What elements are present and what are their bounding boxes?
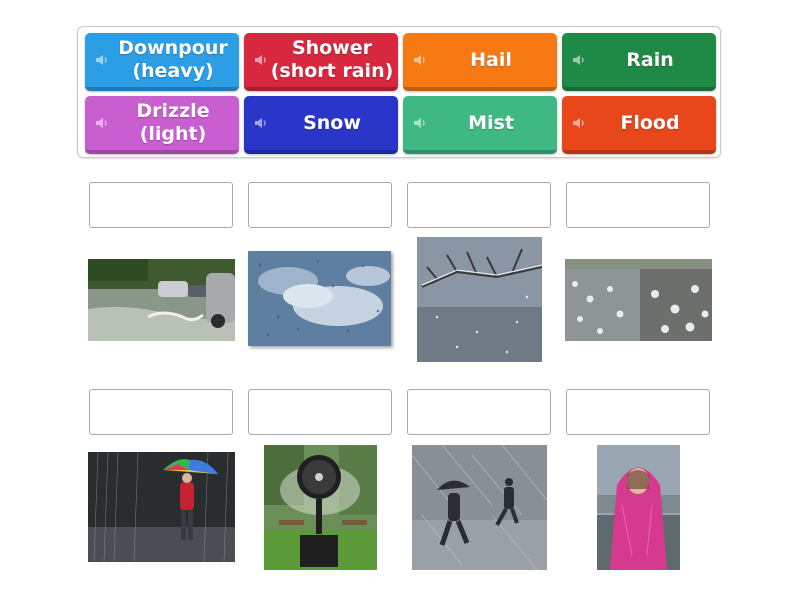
tile-label: Flood [620,111,680,134]
answer-tile-tray: Downpour (heavy) Shower (short rain) Hai… [77,26,721,158]
tile-flood[interactable]: Flood [562,96,716,154]
misting-fan-photo [264,445,377,570]
tile-mist[interactable]: Mist [403,96,557,154]
tile-hail[interactable]: Hail [403,33,557,91]
drop-zone-6[interactable] [248,389,392,435]
tile-drizzle[interactable]: Drizzle (light) [85,96,239,154]
tile-downpour[interactable]: Downpour (heavy) [85,33,239,91]
tile-label: Shower (short rain) [270,37,394,82]
speaker-icon[interactable] [94,52,110,68]
tile-label: Hail [470,48,512,71]
tile-shower[interactable]: Shower (short rain) [244,33,398,91]
speaker-icon[interactable] [412,115,428,131]
girl-in-pink-raincoat-photo [597,445,680,570]
tile-label: Rain [626,48,674,71]
drop-zone-1[interactable] [89,182,233,228]
speaker-icon[interactable] [412,52,428,68]
tile-label: Mist [468,111,514,134]
drop-zone-7[interactable] [407,389,551,435]
tile-label: Snow [303,111,361,134]
drop-zone-2[interactable] [248,182,392,228]
tile-snow[interactable]: Snow [244,96,398,154]
hailstones-photo [565,259,712,341]
speaker-icon[interactable] [253,52,269,68]
woman-with-umbrella-in-downpour-photo [88,452,235,562]
speaker-icon[interactable] [253,115,269,131]
speaker-icon[interactable] [571,52,587,68]
raindrops-on-window-photo [248,251,391,346]
snowy-branch-photo [417,237,542,362]
people-walking-in-rain-photo [412,445,547,570]
speaker-icon[interactable] [94,115,110,131]
tile-label: Drizzle (light) [136,100,210,145]
drop-zone-3[interactable] [407,182,551,228]
flooded-street-photo [88,259,235,341]
tile-label: Downpour (heavy) [118,37,228,82]
drop-zone-5[interactable] [89,389,233,435]
drop-zone-8[interactable] [566,389,710,435]
drop-zone-4[interactable] [566,182,710,228]
speaker-icon[interactable] [571,115,587,131]
tile-rain[interactable]: Rain [562,33,716,91]
